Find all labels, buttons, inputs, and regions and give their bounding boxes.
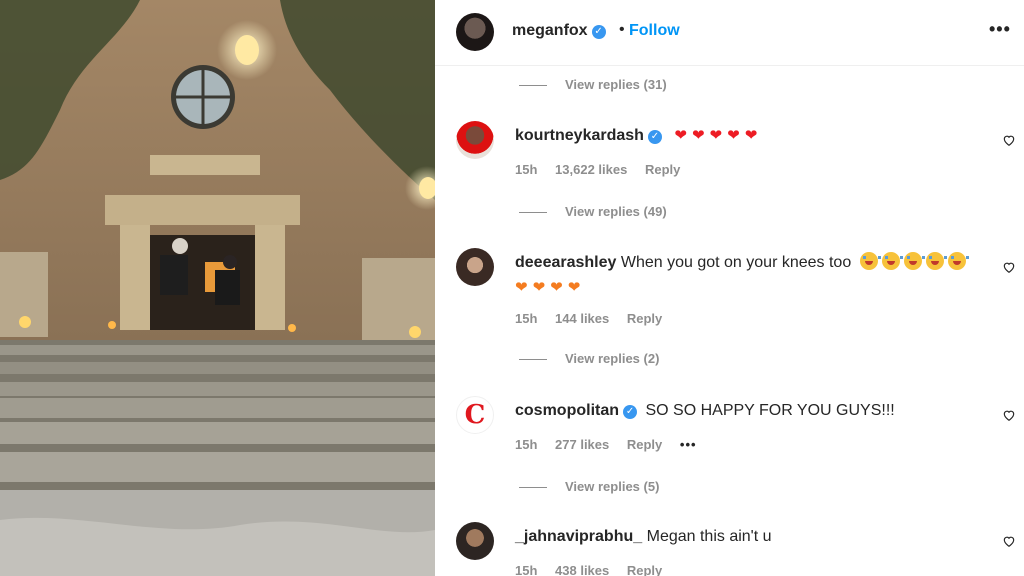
laughing-emoji-icon (859, 252, 881, 270)
like-heart-icon[interactable] (1002, 534, 1016, 548)
crying-emoji-icon (881, 252, 903, 270)
comment-time: 15h (515, 162, 538, 177)
red-heart-icon: ❤ (744, 127, 758, 144)
comment-body: SO SO HAPPY FOR YOU GUYS!!! (645, 402, 895, 419)
replies-line (519, 212, 547, 214)
orange-heart-icon: ❤ (567, 279, 581, 296)
proposal-scene-image (0, 0, 435, 576)
reply-button[interactable]: Reply (627, 563, 662, 576)
comment-likes[interactable]: 277 likes (555, 437, 609, 452)
reply-button[interactable]: Reply (645, 162, 680, 177)
orange-heart-icon: ❤ (532, 279, 546, 296)
red-heart-icon: ❤ (674, 127, 687, 144)
more-options-button[interactable]: ••• (989, 19, 1011, 40)
commenter-avatar[interactable] (456, 248, 494, 286)
commenter-username[interactable]: deeearashley (515, 254, 616, 271)
red-heart-icon: ❤ (691, 127, 705, 144)
author-avatar[interactable] (456, 13, 494, 51)
view-replies-button[interactable]: View replies (5) (519, 479, 659, 494)
view-replies-label[interactable]: View replies (2) (565, 351, 659, 366)
view-replies-label[interactable]: View replies (31) (565, 77, 667, 92)
like-heart-icon[interactable] (1002, 260, 1016, 274)
comment-time: 15h (515, 437, 538, 452)
cosmopolitan-logo-letter: C (464, 400, 486, 430)
comment-likes[interactable]: 144 likes (555, 311, 609, 326)
comment-text: cosmopolitan ✓ SO SO HAPPY FOR YOU GUYS!!… (515, 398, 985, 423)
view-replies-label[interactable]: View replies (49) (565, 204, 667, 219)
comment-body: Megan this ain't u (646, 528, 772, 545)
view-replies-button[interactable]: View replies (31) (519, 77, 667, 92)
replies-line (519, 359, 547, 361)
view-replies-label[interactable]: View replies (5) (565, 479, 659, 494)
orange-heart-icon: ❤ (550, 279, 563, 296)
comment-likes[interactable]: 438 likes (555, 563, 609, 576)
comment-time: 15h (515, 311, 538, 326)
comment-likes[interactable]: 13,622 likes (555, 162, 627, 177)
view-replies-button[interactable]: View replies (49) (519, 204, 667, 219)
crying-emoji-icon (947, 252, 969, 270)
comment-meta: 15h 13,622 likes Reply (515, 162, 694, 177)
comment-options-button[interactable]: ••• (680, 437, 697, 452)
commenter-avatar[interactable] (456, 522, 494, 560)
comment-text: kourtneykardash ✓ ❤ ❤ ❤ ❤ ❤ (515, 123, 985, 148)
hearts-emoji-group: ❤ ❤ ❤ ❤ ❤ (674, 127, 762, 144)
comment-meta: 15h 144 likes Reply (515, 311, 676, 326)
crying-emoji-icon (925, 252, 947, 270)
view-replies-button[interactable]: View replies (2) (519, 351, 659, 366)
commenter-username[interactable]: kourtneykardash (515, 127, 644, 144)
comment-meta: 15h 277 likes Reply ••• (515, 437, 711, 452)
commenter-username[interactable]: cosmopolitan (515, 402, 619, 419)
commenter-avatar[interactable] (456, 121, 494, 159)
separator-dot: • (619, 21, 625, 38)
reply-button[interactable]: Reply (627, 311, 662, 326)
replies-line (519, 85, 547, 87)
verified-badge-icon: ✓ (647, 130, 662, 144)
comment-body: When you got on your knees too (620, 254, 852, 271)
like-heart-icon[interactable] (1002, 133, 1016, 147)
replies-line (519, 487, 547, 489)
crying-emoji-icon (903, 252, 925, 270)
red-heart-icon: ❤ (727, 127, 740, 144)
follow-button[interactable]: Follow (629, 22, 680, 40)
orange-heart-icon: ❤ (515, 279, 528, 296)
verified-badge-icon: ✓ (623, 405, 638, 419)
author-username[interactable]: meganfox ✓ (512, 22, 606, 40)
comment-meta: 15h 438 likes Reply (515, 563, 676, 576)
post-photo (0, 0, 435, 576)
comment-time: 15h (515, 563, 538, 576)
commenter-username[interactable]: _jahnaviprabhu_ (515, 528, 642, 545)
reply-button[interactable]: Reply (627, 437, 662, 452)
red-heart-icon: ❤ (709, 127, 723, 144)
author-username-text[interactable]: meganfox (512, 22, 588, 39)
comments-panel: meganfox ✓ • Follow ••• View replies (31)… (435, 0, 1024, 576)
post-header: meganfox ✓ • Follow ••• (435, 0, 1024, 66)
commenter-avatar[interactable]: C (456, 396, 494, 434)
verified-badge-icon: ✓ (591, 25, 606, 39)
like-heart-icon[interactable] (1002, 408, 1016, 422)
comment-text: _jahnaviprabhu_ Megan this ain't u (515, 524, 985, 549)
comment-text: deeearashley When you got on your knees … (515, 250, 985, 300)
